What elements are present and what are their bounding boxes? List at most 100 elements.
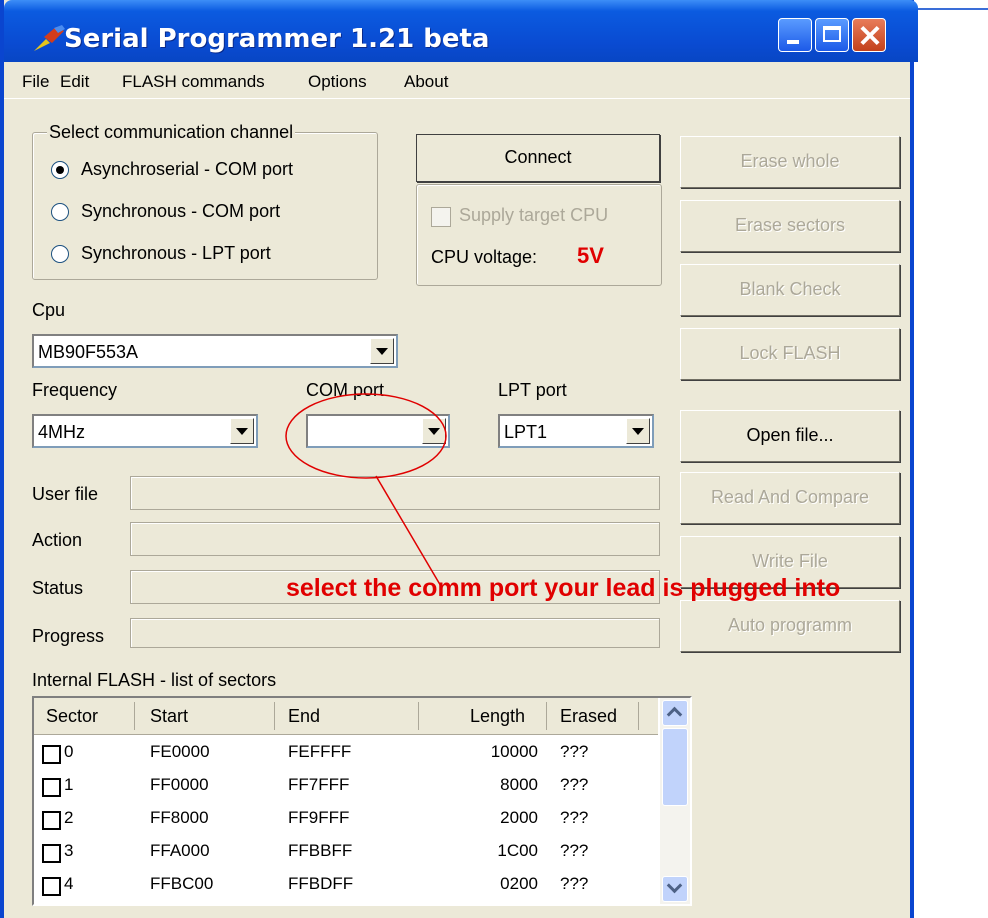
col-divider[interactable] bbox=[638, 702, 639, 730]
scroll-thumb[interactable] bbox=[662, 728, 688, 806]
table-cell: 10000 bbox=[490, 742, 538, 761]
close-button[interactable] bbox=[852, 18, 886, 52]
col-divider[interactable] bbox=[546, 702, 547, 730]
supply-checkbox[interactable] bbox=[431, 207, 451, 227]
col-sector[interactable]: Sector bbox=[46, 706, 98, 727]
frequency-select[interactable]: 4MHz bbox=[32, 414, 258, 448]
sector-checkbox[interactable] bbox=[42, 811, 61, 830]
menu-file[interactable]: File bbox=[22, 72, 49, 92]
col-end[interactable]: End bbox=[288, 706, 320, 727]
cpu-value: MB90F553A bbox=[38, 342, 139, 362]
table-cell: ??? bbox=[560, 742, 589, 761]
table-cell: ??? bbox=[560, 841, 589, 860]
annotation-ellipse bbox=[285, 393, 447, 589]
blank-check-label: Blank Check bbox=[739, 279, 841, 299]
table-cell: FF0000 bbox=[150, 775, 209, 794]
annotation-text: select the comm port your lead is plugge… bbox=[286, 574, 841, 602]
table-cell: 4 bbox=[64, 874, 74, 893]
col-divider[interactable] bbox=[134, 702, 135, 730]
progress-bar bbox=[130, 618, 660, 648]
table-row[interactable]: 1 FF0000 FF7FFF 8000??? bbox=[34, 769, 658, 802]
table-cell: ??? bbox=[560, 775, 589, 794]
chevron-down-icon[interactable] bbox=[230, 418, 254, 444]
auto-program-label: Auto programm bbox=[727, 615, 853, 635]
write-file-label: Write File bbox=[752, 551, 828, 571]
col-divider[interactable] bbox=[274, 702, 275, 730]
sectors-title: Internal FLASH - list of sectors bbox=[32, 670, 277, 690]
menu-bar: File Edit FLASH commands Options About bbox=[4, 64, 910, 99]
channel-group-title: Select communication channel bbox=[47, 122, 296, 143]
maximize-button[interactable] bbox=[815, 18, 849, 52]
col-start[interactable]: Start bbox=[150, 706, 188, 727]
table-row[interactable]: 4 FFBC00 FFBDFF 0200??? bbox=[34, 868, 658, 901]
connect-label: Connect bbox=[504, 147, 572, 167]
table-cell: FF9FFF bbox=[288, 808, 350, 827]
table-cell: FFBC00 bbox=[150, 874, 214, 893]
blank-check-button[interactable]: Blank Check bbox=[680, 264, 900, 316]
table-cell: 2 bbox=[64, 808, 74, 827]
status-label: Status bbox=[32, 578, 84, 598]
chevron-down-icon[interactable] bbox=[626, 418, 650, 444]
table-row[interactable]: 0 FE0000 FEFFFF 10000??? bbox=[34, 736, 658, 769]
table-cell: 2000 bbox=[500, 808, 538, 827]
auto-program-button[interactable]: Auto programm bbox=[680, 600, 900, 652]
sector-checkbox[interactable] bbox=[42, 877, 61, 896]
table-row[interactable]: 3 FFA000 FFBBFF 1C00??? bbox=[34, 835, 658, 868]
cpu-voltage-label: CPU voltage: bbox=[431, 247, 538, 267]
frequency-value: 4MHz bbox=[38, 422, 86, 442]
cpu-select[interactable]: MB90F553A bbox=[32, 334, 398, 368]
table-cell: 1 bbox=[64, 775, 74, 794]
table-cell: FEFFFF bbox=[288, 742, 352, 761]
radio-sync-lpt-label[interactable]: Synchronous - LPT port bbox=[81, 243, 271, 264]
table-cell: FFBDFF bbox=[288, 874, 354, 893]
col-erased[interactable]: Erased bbox=[560, 706, 617, 727]
title-bar[interactable]: Serial Programmer 1.21 beta bbox=[4, 0, 918, 62]
scroll-up-icon[interactable] bbox=[662, 700, 688, 726]
radio-async-com-label[interactable]: Asynchroserial - COM port bbox=[81, 159, 293, 180]
erase-whole-button[interactable]: Erase whole bbox=[680, 136, 900, 188]
table-cell: 1C00 bbox=[497, 841, 538, 860]
supply-label: Supply target CPU bbox=[459, 205, 609, 225]
sector-checkbox[interactable] bbox=[42, 778, 61, 797]
progress-label: Progress bbox=[32, 626, 105, 646]
col-divider[interactable] bbox=[418, 702, 419, 730]
table-cell: 8000 bbox=[500, 775, 538, 794]
radio-sync-com-label[interactable]: Synchronous - COM port bbox=[81, 201, 280, 222]
table-cell: FFBBFF bbox=[288, 841, 353, 860]
table-cell: FF8000 bbox=[150, 808, 209, 827]
table-cell: ??? bbox=[560, 808, 589, 827]
table-row[interactable]: 2 FF8000 FF9FFF 2000??? bbox=[34, 802, 658, 835]
lock-flash-button[interactable]: Lock FLASH bbox=[680, 328, 900, 380]
erase-whole-label: Erase whole bbox=[740, 151, 840, 171]
read-compare-label: Read And Compare bbox=[710, 487, 870, 507]
action-label: Action bbox=[32, 530, 83, 550]
menu-options[interactable]: Options bbox=[308, 72, 367, 92]
table-cell: FFA000 bbox=[150, 841, 210, 860]
erase-sectors-button[interactable]: Erase sectors bbox=[680, 200, 900, 252]
channel-group: Select communication channel Asynchroser… bbox=[32, 122, 378, 280]
scroll-down-icon[interactable] bbox=[662, 876, 688, 902]
read-compare-button[interactable]: Read And Compare bbox=[680, 472, 900, 524]
minimize-button[interactable] bbox=[778, 18, 812, 52]
sector-checkbox[interactable] bbox=[42, 844, 61, 863]
radio-sync-com[interactable] bbox=[51, 203, 69, 221]
menu-flash-commands[interactable]: FLASH commands bbox=[122, 72, 265, 92]
table-cell: FE0000 bbox=[150, 742, 210, 761]
open-file-button[interactable]: Open file... bbox=[680, 410, 900, 462]
sector-checkbox[interactable] bbox=[42, 745, 61, 764]
menu-about[interactable]: About bbox=[404, 72, 448, 92]
table-cell: ??? bbox=[560, 874, 589, 893]
table-scrollbar[interactable] bbox=[660, 698, 690, 904]
sectors-table[interactable]: Sector Start End Length Erased 0 FE0000 FE… bbox=[32, 696, 692, 906]
radio-sync-lpt[interactable] bbox=[51, 245, 69, 263]
connect-button[interactable]: Connect bbox=[416, 134, 660, 182]
erase-sectors-label: Erase sectors bbox=[734, 215, 846, 235]
col-length[interactable]: Length bbox=[470, 706, 525, 727]
cpu-label: Cpu bbox=[32, 300, 66, 320]
cpu-voltage-value: 5V bbox=[577, 243, 604, 268]
open-file-label: Open file... bbox=[746, 425, 834, 445]
menu-edit[interactable]: Edit bbox=[60, 72, 89, 92]
chevron-down-icon[interactable] bbox=[370, 338, 394, 364]
radio-async-com[interactable] bbox=[51, 161, 69, 179]
table-cell: 0 bbox=[64, 742, 74, 761]
